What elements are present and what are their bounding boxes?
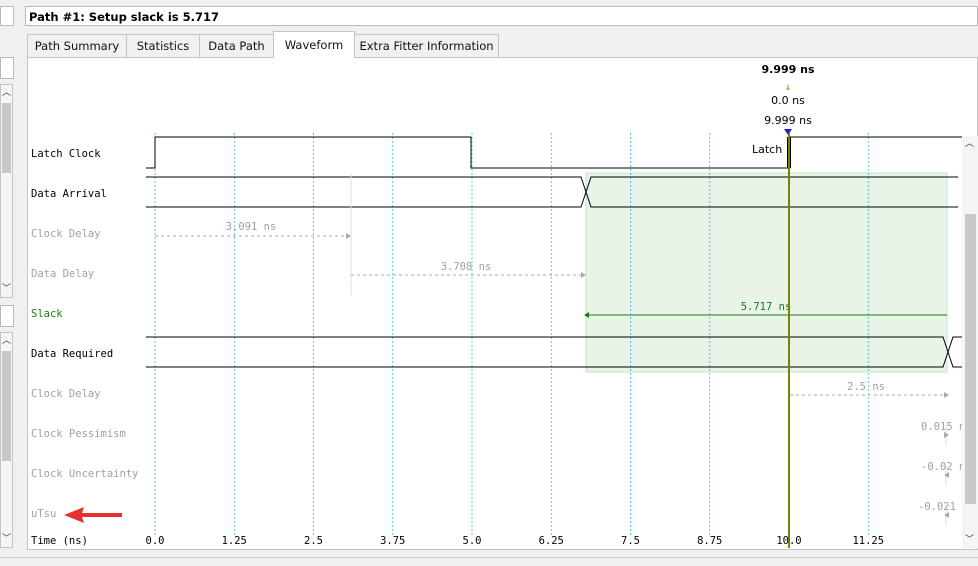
row-label-utsu: uTsu bbox=[31, 508, 56, 520]
row-label-clock-pessimism: Clock Pessimism bbox=[31, 428, 126, 440]
axis-tick-label: 7.5 bbox=[621, 535, 640, 547]
waveform-canvas: 9.999 ns ↓ 0.0 ns 9.999 ns Latch Clock D… bbox=[31, 63, 969, 548]
latch-label: Latch bbox=[752, 143, 782, 156]
right-scrollbar[interactable]: ︿ ﹀ bbox=[962, 136, 978, 548]
axis-tick-label: 11.25 bbox=[852, 535, 884, 547]
offset-label: 0.0 ns bbox=[771, 94, 805, 107]
data-delay-value: 3.708 ns bbox=[441, 261, 492, 273]
row-label-slack: Slack bbox=[31, 308, 63, 320]
clock-delay-value: 3.091 ns bbox=[226, 221, 277, 233]
row-label-data-required: Data Required bbox=[31, 348, 113, 360]
slack-value: 5.717 ns bbox=[741, 301, 792, 313]
axis-tick-label: 8.75 bbox=[697, 535, 722, 547]
down-arrow-icon: ↓ bbox=[785, 82, 791, 93]
axis-tick-label: 5.0 bbox=[463, 535, 482, 547]
row-label-req-clock-delay: Clock Delay bbox=[31, 388, 101, 400]
axis-tick-label: 0.0 bbox=[146, 535, 165, 547]
scroll-down-icon[interactable]: ﹀ bbox=[964, 534, 975, 546]
row-labels: Latch Clock Data Arrival Clock Delay Dat… bbox=[31, 148, 138, 520]
latch-clock-waveform bbox=[146, 136, 962, 169]
scroll-up-icon[interactable]: ︿ bbox=[964, 138, 975, 150]
arrowhead-icon bbox=[581, 272, 586, 278]
axis-label: Time (ns) bbox=[31, 535, 88, 547]
req-clock-delay-value: 2.5 ns bbox=[847, 381, 885, 393]
slack-region bbox=[585, 172, 948, 373]
row-label-latch-clock: Latch Clock bbox=[31, 148, 101, 160]
top-time-label: 9.999 ns bbox=[761, 63, 814, 76]
utsu-value: -0.021 n bbox=[918, 501, 969, 513]
axis-tick-label: 3.75 bbox=[380, 535, 405, 547]
axis-tick-label: 6.25 bbox=[539, 535, 564, 547]
latch-time-label: 9.999 ns bbox=[764, 114, 812, 127]
axis-tick-label: 1.25 bbox=[222, 535, 247, 547]
row-label-data-delay: Data Delay bbox=[31, 268, 94, 280]
tab-waveform[interactable]: Waveform bbox=[273, 31, 355, 58]
clock-pessimism-value: 0.015 n bbox=[921, 421, 965, 433]
scroll-thumb[interactable] bbox=[965, 214, 976, 504]
arrowhead-icon bbox=[944, 392, 949, 398]
row-label-clock-delay: Clock Delay bbox=[31, 228, 101, 240]
axis-tick-label: 2.5 bbox=[304, 535, 323, 547]
axis-tick-label: 10.0 bbox=[776, 535, 801, 547]
axis-ticks: 0.0 1.25 2.5 3.75 5.0 6.25 7.5 8.75 10.0 11.25 bbox=[146, 535, 885, 547]
row-label-data-arrival: Data Arrival bbox=[31, 188, 107, 200]
row-label-clock-uncertainty: Clock Uncertainty bbox=[31, 468, 138, 480]
arrowhead-icon bbox=[346, 233, 351, 239]
red-arrow-icon bbox=[64, 507, 122, 523]
clock-uncertainty-value: -0.02 n bbox=[921, 461, 965, 473]
